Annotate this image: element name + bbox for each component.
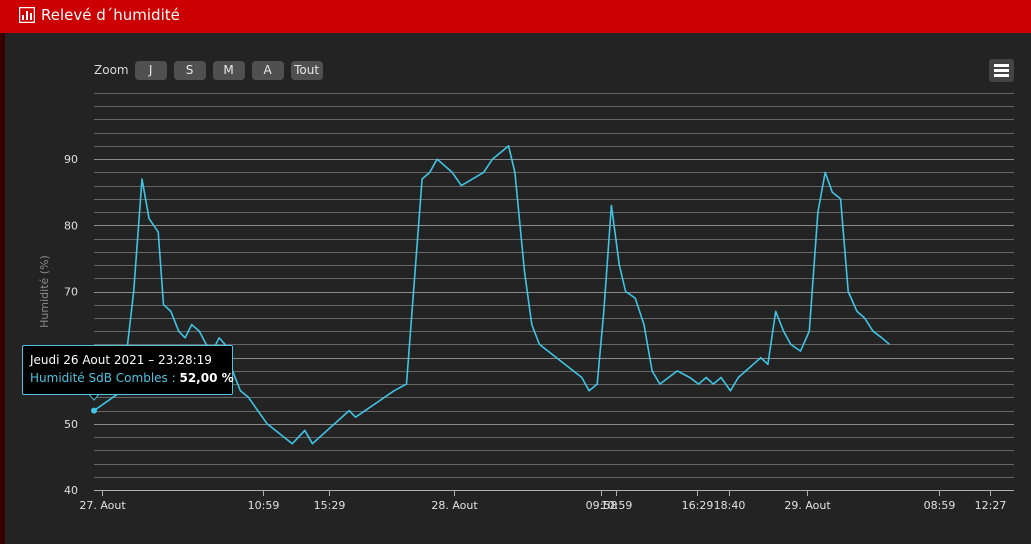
y-tick-label: 80 bbox=[64, 219, 78, 232]
x-tick-label: 10:59 bbox=[601, 499, 633, 512]
x-tick-label: 28. Aout bbox=[431, 499, 478, 512]
hamburger-menu-icon[interactable] bbox=[989, 59, 1014, 82]
x-tick-label: 12:27 bbox=[975, 499, 1007, 512]
tooltip-value: 52,00 % bbox=[179, 371, 234, 385]
zoom-day-button[interactable]: J bbox=[134, 60, 167, 80]
zoom-month-button[interactable]: M bbox=[212, 60, 245, 80]
tooltip-separator: : bbox=[167, 371, 180, 385]
zoom-label: Zoom bbox=[94, 63, 129, 77]
hover-marker bbox=[91, 407, 97, 414]
y-tick-label: 70 bbox=[64, 286, 78, 299]
y-tick-label: 90 bbox=[64, 153, 78, 166]
series-line bbox=[93, 145, 890, 445]
chart-tooltip: Jeudi 26 Aout 2021 – 23:28:19 Humidité S… bbox=[22, 345, 234, 395]
x-tick-label: 18:40 bbox=[714, 499, 746, 512]
tooltip-series-name: Humidité SdB Combles bbox=[30, 371, 168, 385]
y-tick-label: 50 bbox=[64, 418, 78, 431]
zoom-all-button[interactable]: Tout bbox=[290, 60, 323, 80]
zoom-week-button[interactable]: S bbox=[173, 60, 206, 80]
y-tick-label: 40 bbox=[64, 484, 78, 497]
x-tick-label: 08:59 bbox=[924, 499, 956, 512]
x-tick-label: 29. Aout bbox=[784, 499, 831, 512]
zoom-toolbar: Zoom J S M A Tout bbox=[94, 60, 330, 80]
humidity-line-chart: 405060708090Humidité (%)27. Aout10:5915:… bbox=[38, 93, 1014, 512]
x-tick-label: 10:59 bbox=[248, 499, 280, 512]
x-tick-label: 16:29 bbox=[682, 499, 714, 512]
tooltip-series-row: Humidité SdB Combles : 52,00 % bbox=[30, 371, 234, 385]
y-axis-title: Humidité (%) bbox=[38, 255, 51, 328]
x-tick-label: 15:29 bbox=[314, 499, 346, 512]
zoom-year-button[interactable]: A bbox=[251, 60, 284, 80]
tooltip-date: Jeudi 26 Aout 2021 – 23:28:19 bbox=[30, 353, 212, 367]
x-tick-label: 27. Aout bbox=[79, 499, 126, 512]
